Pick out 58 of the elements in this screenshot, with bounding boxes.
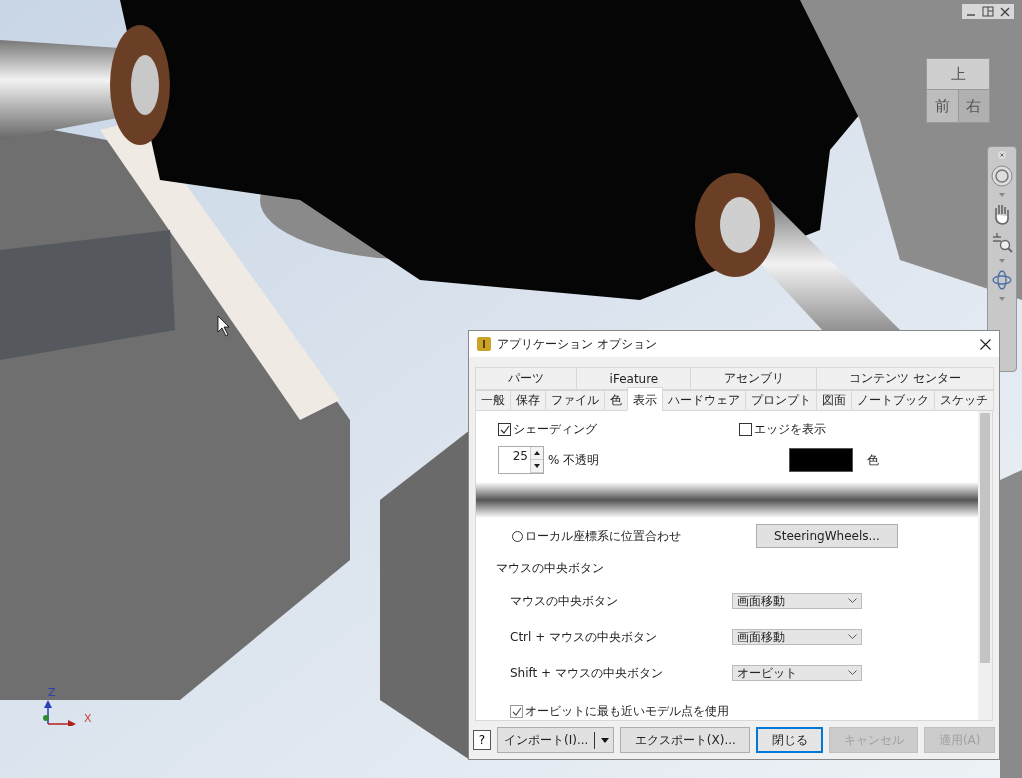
align-radio[interactable]: ローカル座標系に位置合わせ [512, 527, 681, 545]
close-icon[interactable] [980, 338, 991, 350]
axis-label: Z [48, 686, 56, 699]
chevron-down-icon [848, 670, 857, 676]
tab[interactable]: 一般 [475, 390, 511, 411]
tab[interactable]: ハードウェア [662, 390, 746, 411]
dropdown[interactable]: オービット [732, 665, 862, 681]
spin-down-icon[interactable] [534, 464, 540, 468]
shading-checkbox[interactable]: シェーディング [498, 421, 597, 438]
view-cube-face[interactable]: 前 [926, 90, 959, 123]
help-button[interactable]: ? [473, 730, 491, 750]
tab[interactable]: アセンブリ [690, 367, 817, 390]
opacity-label: % 不透明 [548, 451, 600, 469]
dialog-title: アプリケーション オプション [497, 335, 658, 353]
section-heading: マウスの中央ボタン [496, 560, 605, 577]
scrollbar[interactable] [978, 411, 992, 720]
show-edges-checkbox[interactable]: エッジを表示 [739, 421, 826, 438]
orbit-icon[interactable] [991, 269, 1013, 291]
caret-icon[interactable] [601, 737, 610, 743]
setting-label: マウスの中央ボタン [510, 592, 619, 610]
dialog-button[interactable]: 閉じる [756, 727, 824, 753]
color-label: 色 [867, 451, 880, 469]
chevron-down-icon [848, 634, 857, 640]
tab[interactable]: iFeature [576, 367, 692, 390]
orbit-checkbox[interactable]: オービットに最も近いモデル点を使用 [510, 703, 956, 720]
axis-label: X [84, 712, 92, 725]
import-split-button[interactable]: インポート(I)... [497, 727, 615, 753]
mouse-pointer-icon [217, 315, 230, 337]
tab[interactable]: パーツ [475, 367, 578, 390]
tab[interactable]: 色 [604, 390, 628, 411]
view-cube-face[interactable]: 右 [958, 90, 990, 123]
split-view-icon[interactable] [982, 6, 994, 17]
app-icon [477, 337, 491, 351]
tab[interactable]: 図面 [816, 390, 852, 411]
hand-icon[interactable] [992, 203, 1012, 225]
steering-wheels-button[interactable]: SteeringWheels... [756, 524, 898, 548]
tab[interactable]: コンテンツ センター [815, 367, 994, 390]
tab[interactable]: 表示 [627, 387, 663, 411]
opacity-spinner[interactable]: 25 [498, 446, 544, 474]
chevron-down-icon [848, 598, 857, 604]
color-swatch[interactable] [789, 448, 854, 472]
dialog-button[interactable]: エクスポート(X)... [620, 727, 751, 753]
zoom-icon[interactable] [991, 231, 1013, 253]
tab[interactable]: ノートブック [851, 390, 935, 411]
tab[interactable]: プロンプト [745, 390, 817, 411]
tab[interactable]: スケッチ [934, 390, 994, 411]
setting-label: Shift + マウスの中央ボタン [510, 664, 664, 682]
check-icon [499, 424, 510, 435]
view-cube-face[interactable]: 上 [926, 58, 990, 90]
steering-wheel-icon[interactable] [991, 165, 1013, 187]
tab[interactable]: ファイル [545, 390, 605, 411]
spin-up-icon[interactable] [534, 451, 540, 455]
close-icon[interactable] [1000, 6, 1010, 17]
tab[interactable]: 保存 [510, 390, 546, 411]
dropdown[interactable]: 画面移動 [732, 629, 862, 645]
check-icon [511, 706, 522, 717]
dropdown[interactable]: 画面移動 [732, 593, 862, 609]
setting-label: Ctrl + マウスの中央ボタン [510, 628, 659, 646]
